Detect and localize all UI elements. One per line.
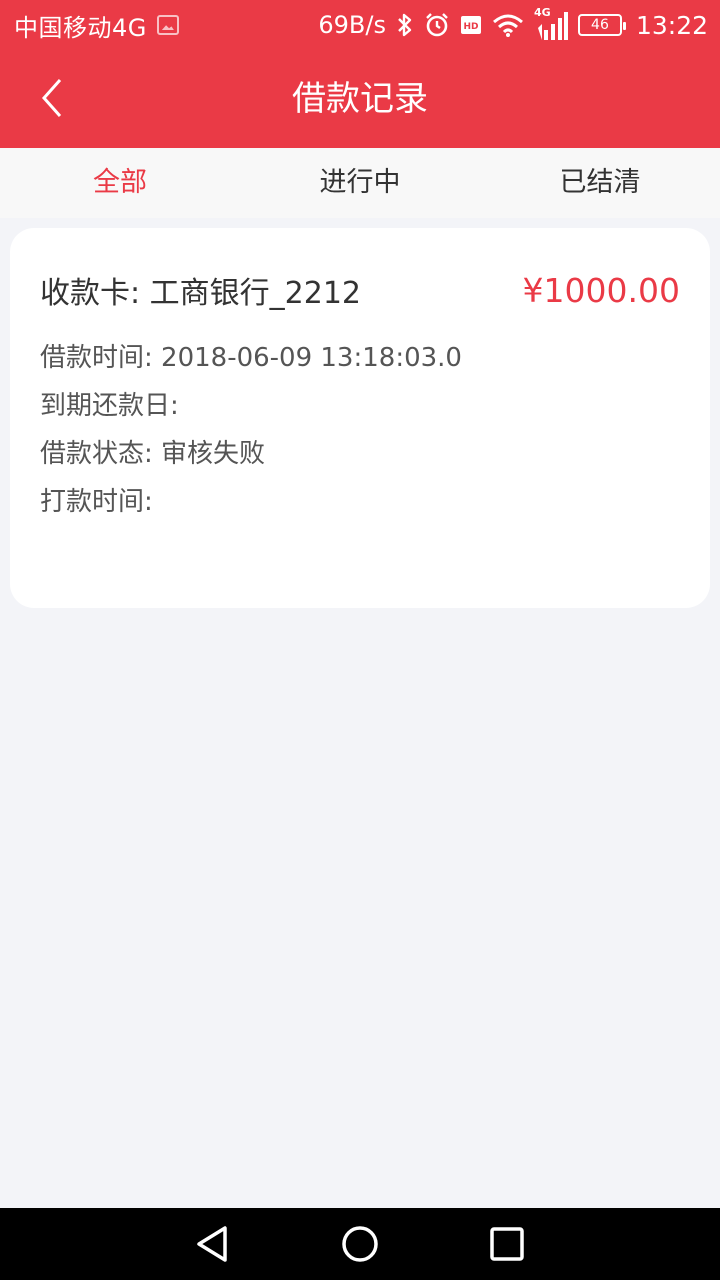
chevron-left-icon: [41, 79, 62, 117]
signal-icon: [537, 12, 568, 40]
cellular-signal: 4G: [534, 6, 568, 40]
status-left: 中国移动4G: [14, 8, 179, 43]
tab-in-progress[interactable]: 进行中: [240, 148, 480, 218]
clock: 13:22: [635, 10, 708, 40]
loan-amount: ¥1000.00: [522, 270, 680, 310]
system-nav-bar: [0, 1208, 720, 1280]
network-speed: 69B/s: [318, 11, 386, 39]
app-header: 借款记录: [0, 50, 720, 148]
battery-icon: 46: [577, 14, 626, 36]
image-notification-icon: [156, 15, 179, 35]
loan-details: 借款时间: 2018-06-09 13:18:03.0 到期还款日: 借款状态:…: [40, 338, 462, 530]
wifi-icon: [492, 14, 523, 37]
back-button[interactable]: [24, 70, 80, 126]
due-date: 到期还款日:: [40, 391, 179, 421]
battery-level: 46: [591, 17, 609, 33]
tab-settled[interactable]: 已结清: [480, 148, 720, 218]
nav-recents-button[interactable]: [477, 1214, 537, 1274]
status-right: 69B/s HD 4G 46 13:22: [318, 6, 708, 40]
carrier-name: 中国移动4G: [14, 13, 147, 42]
hd-icon: HD: [460, 16, 481, 34]
filter-tabs: 全部 进行中 已结清: [0, 148, 720, 218]
nav-back-button[interactable]: [183, 1214, 243, 1274]
tab-all[interactable]: 全部: [0, 148, 240, 218]
loan-time: 借款时间: 2018-06-09 13:18:03.0: [40, 343, 462, 373]
svg-text:HD: HD: [463, 22, 478, 32]
loan-status: 借款状态: 审核失败: [40, 439, 266, 469]
receiving-card-label: 收款卡: 工商银行_2212: [40, 276, 361, 311]
screen: 中国移动4G 69B/s HD 4G 46 13:22 借款记录 全部 进行中 …: [0, 0, 720, 1280]
nav-home-button[interactable]: [330, 1214, 390, 1274]
status-bar: 中国移动4G 69B/s HD 4G 46 13:22: [0, 0, 720, 50]
square-recents-icon: [489, 1227, 524, 1261]
payout-time: 打款时间:: [40, 487, 153, 517]
circle-home-icon: [342, 1226, 378, 1262]
alarm-icon: [426, 13, 448, 37]
loan-record-card[interactable]: 收款卡: 工商银行_2212 ¥1000.00 借款时间: 2018-06-09…: [10, 228, 710, 608]
triangle-back-icon: [197, 1226, 228, 1262]
page-title: 借款记录: [292, 79, 428, 119]
bluetooth-icon: [398, 13, 412, 37]
card-header: 收款卡: 工商银行_2212 ¥1000.00: [40, 268, 680, 312]
